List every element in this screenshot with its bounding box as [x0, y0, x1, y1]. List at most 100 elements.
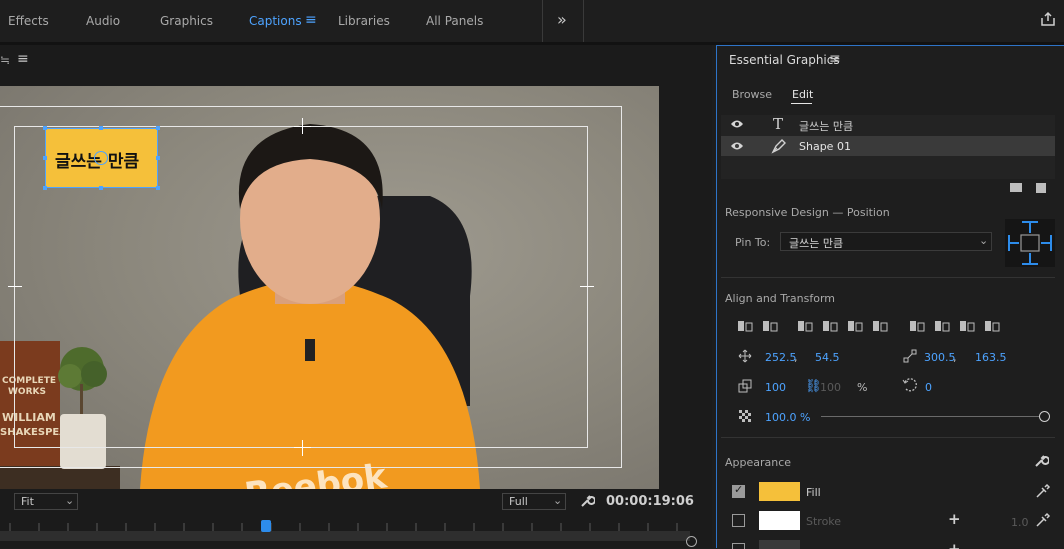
opacity-slider-track[interactable]	[821, 416, 1045, 417]
divider	[542, 0, 543, 42]
fit-dropdown[interactable]: Fit ⌄	[14, 493, 78, 510]
anchor-point-icon[interactable]	[94, 151, 108, 165]
resize-handle[interactable]	[156, 186, 160, 190]
fill-checkbox[interactable]: ✓	[732, 483, 745, 498]
shadow-checkbox[interactable]	[732, 543, 745, 549]
layers-list: T 글쓰는 만큼 Shape 01	[721, 115, 1055, 179]
add-stroke-icon[interactable]: +	[948, 510, 961, 528]
chevron-down-icon: ⌄	[553, 494, 563, 507]
scale-value[interactable]: 100	[765, 381, 786, 394]
panel-menu-icon[interactable]: ≡	[829, 51, 841, 67]
align-right-icon[interactable]	[959, 319, 975, 333]
time-ruler[interactable]	[0, 520, 700, 548]
resolution-label: Full	[509, 495, 528, 508]
layer-row[interactable]: T 글쓰는 만큼	[721, 115, 1055, 135]
essential-graphics-panel: Essential Graphics ≡ Browse Edit T 글쓰는 만…	[716, 45, 1064, 549]
rotation-icon	[902, 377, 918, 393]
anchor-point-icon	[903, 349, 917, 363]
chevron-down-icon: ⌄	[65, 494, 75, 507]
crosshair-tick	[294, 447, 311, 448]
new-layer-icon[interactable]	[1036, 183, 1046, 193]
resize-handle[interactable]	[156, 126, 160, 130]
crosshair-tick	[302, 440, 303, 456]
crosshair-tick	[8, 286, 22, 287]
eyedropper-icon[interactable]	[1035, 483, 1051, 499]
stroke-checkbox[interactable]	[732, 514, 745, 527]
align-transform-heading: Align and Transform	[725, 292, 835, 305]
workspace-bar: Effects Audio Graphics Captions ≡ Librar…	[0, 0, 1064, 42]
position-x-value[interactable]: 252.5	[765, 351, 797, 364]
scale-height-value: 100	[820, 381, 841, 394]
distribute-horizontal-icon[interactable]	[984, 319, 1000, 333]
align-horizontal-center-icon[interactable]	[762, 319, 778, 333]
playback-resolution-dropdown[interactable]: Full ⌄	[502, 493, 566, 510]
position-icon	[738, 349, 752, 363]
anchor-y-value[interactable]: 163.5	[975, 351, 1007, 364]
tab-audio[interactable]: Audio	[86, 14, 120, 28]
section-divider	[721, 437, 1055, 438]
fill-label: Fill	[806, 486, 821, 499]
chevron-down-icon: ⌄	[979, 234, 989, 247]
tab-libraries[interactable]: Libraries	[338, 14, 390, 28]
layer-label: Shape 01	[799, 140, 851, 153]
text-icon: T	[773, 115, 784, 133]
captions-menu-icon[interactable]: ≡	[305, 12, 317, 28]
eyedropper-icon[interactable]	[1035, 512, 1051, 528]
align-buttons-row	[737, 319, 1037, 333]
align-center-icon[interactable]	[934, 319, 950, 333]
resize-handle[interactable]	[43, 126, 47, 130]
tab-all-panels[interactable]: All Panels	[426, 14, 483, 28]
tab-graphics[interactable]: Graphics	[160, 14, 213, 28]
pin-to-value: 글쓰는 만큼	[789, 237, 844, 250]
panel-menu-icon[interactable]: ≡	[17, 51, 29, 67]
tab-edit[interactable]: Edit	[792, 88, 813, 101]
fill-color-swatch[interactable]	[759, 482, 800, 501]
distribute-vertical-icon[interactable]	[872, 319, 888, 333]
timecode-display[interactable]: 00:00:19:06	[606, 494, 694, 509]
rotation-value[interactable]: 0	[925, 381, 932, 394]
align-vertical-center-icon[interactable]	[737, 319, 753, 333]
crosshair-tick	[294, 126, 311, 127]
pin-to-label: Pin To:	[735, 236, 771, 249]
opacity-icon	[738, 409, 752, 423]
resize-handle[interactable]	[156, 156, 160, 160]
stroke-label: Stroke	[806, 515, 842, 528]
zoom-scroll-handle[interactable]	[686, 536, 697, 547]
crosshair-tick	[580, 286, 594, 287]
align-middle-icon[interactable]	[822, 319, 838, 333]
active-tab-underline	[791, 103, 812, 104]
tab-captions[interactable]: Captions	[249, 14, 302, 28]
shelf	[0, 466, 120, 489]
opacity-value[interactable]: 100.0 %	[765, 411, 810, 424]
resize-handle[interactable]	[43, 156, 47, 160]
share-icon[interactable]	[1040, 11, 1056, 27]
pin-to-dropdown[interactable]: 글쓰는 만큼 ⌄	[780, 232, 992, 251]
anchor-x-value[interactable]: 300.5	[924, 351, 956, 364]
tab-effects[interactable]: Effects	[8, 14, 49, 28]
comma-separator: ,	[953, 351, 957, 364]
eye-icon[interactable]	[730, 119, 744, 129]
opacity-slider-thumb[interactable]	[1039, 411, 1050, 422]
more-workspaces-button[interactable]: »	[557, 10, 567, 29]
align-top-icon[interactable]	[797, 319, 813, 333]
divider	[583, 0, 584, 42]
pin-edges-widget[interactable]	[1005, 219, 1055, 267]
align-bottom-icon[interactable]	[847, 319, 863, 333]
eye-icon[interactable]	[730, 141, 744, 151]
resize-handle[interactable]	[99, 126, 103, 130]
playhead[interactable]	[260, 520, 271, 532]
align-left-icon[interactable]	[909, 319, 925, 333]
responsive-design-heading: Responsive Design — Position	[725, 206, 890, 219]
wrench-icon[interactable]	[1033, 453, 1049, 469]
panel-tab-fragment: ≒	[0, 53, 11, 67]
stroke-color-swatch[interactable]	[759, 511, 800, 530]
scale-icon	[738, 379, 752, 393]
new-folder-icon[interactable]	[1010, 183, 1022, 192]
tab-browse[interactable]: Browse	[732, 88, 772, 101]
wrench-icon[interactable]	[579, 493, 595, 509]
panel-title: Essential Graphics	[729, 53, 840, 67]
resize-handle[interactable]	[99, 186, 103, 190]
layer-row-selected[interactable]: Shape 01	[721, 136, 1055, 156]
resize-handle[interactable]	[43, 186, 47, 190]
position-y-value[interactable]: 54.5	[815, 351, 840, 364]
